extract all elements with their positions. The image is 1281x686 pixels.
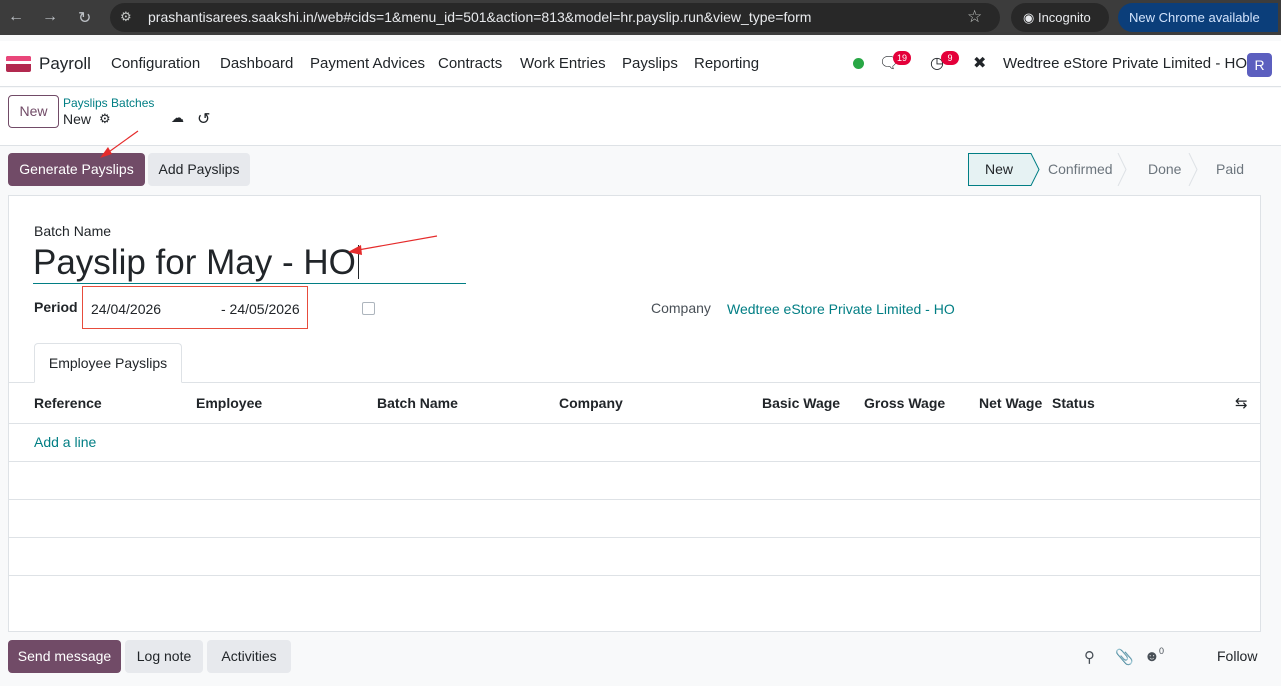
company-switcher[interactable]: Wedtree eStore Private Limited - HO <box>1003 55 1247 72</box>
table-row <box>9 500 1260 538</box>
stage-divider <box>1117 153 1127 186</box>
batch-name-input[interactable]: Payslip for May - HO <box>33 242 466 284</box>
followers-icon[interactable]: ☻ <box>1144 648 1160 665</box>
notebook-tabs: Employee Payslips <box>9 343 1260 383</box>
control-panel: New Payslips Batches New ⚙ ☁ ↺ <box>0 88 1281 146</box>
tools-icon[interactable]: ✖ <box>973 53 986 73</box>
menu-dashboard[interactable]: Dashboard <box>220 55 293 72</box>
form-statusbar: Generate Payslips Add Payslips New Confi… <box>0 147 1281 193</box>
tab-employee-payslips[interactable]: Employee Payslips <box>34 343 182 383</box>
date-start-input[interactable]: 24/04/2026 <box>91 301 161 317</box>
follow-button[interactable]: Follow <box>1217 648 1257 664</box>
optional-columns-icon[interactable]: ⇆ <box>1235 394 1248 412</box>
reload-icon[interactable]: ↻ <box>78 8 91 28</box>
site-settings-icon[interactable]: ⚙ <box>120 9 136 25</box>
followers-count: 0 <box>1159 646 1165 656</box>
menu-payslips[interactable]: Payslips <box>622 55 678 72</box>
stage-paid[interactable]: Paid <box>1216 161 1244 177</box>
user-avatar[interactable]: R <box>1247 53 1272 77</box>
search-icon[interactable]: ⚲ <box>1084 648 1095 666</box>
col-company[interactable]: Company <box>559 395 623 411</box>
col-employee[interactable]: Employee <box>196 395 262 411</box>
col-batch-name[interactable]: Batch Name <box>377 395 458 411</box>
discard-icon[interactable]: ↺ <box>197 109 210 129</box>
presence-status-icon <box>853 58 864 69</box>
browser-toolbar: ← → ↻ ⚙ prashantisarees.saakshi.in/web#c… <box>0 0 1281 35</box>
url-text[interactable]: prashantisarees.saakshi.in/web#cids=1&me… <box>148 9 811 25</box>
log-note-button[interactable]: Log note <box>125 640 203 673</box>
date-end-input[interactable]: - 24/05/2026 <box>221 301 300 317</box>
main-navbar: Payroll Configuration Dashboard Payment … <box>0 41 1281 87</box>
menu-reporting[interactable]: Reporting <box>694 55 759 72</box>
back-icon[interactable]: ← <box>8 8 24 26</box>
generate-payslips-button[interactable]: Generate Payslips <box>8 153 145 186</box>
col-reference[interactable]: Reference <box>34 395 102 411</box>
period-label: Period <box>34 299 78 315</box>
activities-button[interactable]: Activities <box>207 640 291 673</box>
breadcrumb-parent[interactable]: Payslips Batches <box>63 96 154 110</box>
batch-name-value: Payslip for May - HO <box>33 243 356 282</box>
gear-icon[interactable]: ⚙ <box>99 111 111 127</box>
forward-icon[interactable]: → <box>42 8 58 26</box>
stage-new[interactable]: New <box>985 161 1013 177</box>
new-record-button[interactable]: New <box>8 95 59 128</box>
incognito-indicator[interactable]: ◉ Incognito <box>1011 3 1109 32</box>
col-basic-wage[interactable]: Basic Wage <box>762 395 840 411</box>
chatter-bar: Send message Log note Activities ⚲ 📎 ☻ 0… <box>0 636 1281 686</box>
form-sheet: Batch Name Payslip for May - HO Period 2… <box>8 195 1261 632</box>
menu-contracts[interactable]: Contracts <box>438 55 502 72</box>
table-row <box>9 462 1260 500</box>
incognito-icon: ◉ <box>1023 10 1035 25</box>
stage-confirmed[interactable]: Confirmed <box>1048 161 1113 177</box>
messages-badge: 19 <box>893 51 912 65</box>
stage-divider <box>1188 153 1198 186</box>
menu-payment-advices[interactable]: Payment Advices <box>310 55 425 72</box>
col-status[interactable]: Status <box>1052 395 1095 411</box>
stage-done[interactable]: Done <box>1148 161 1181 177</box>
text-cursor <box>357 245 359 279</box>
company-field-link[interactable]: Wedtree eStore Private Limited - HO <box>727 301 955 317</box>
incognito-label: Incognito <box>1037 10 1091 25</box>
payslips-table-header: Reference Employee Batch Name Company Ba… <box>9 384 1260 424</box>
address-bar[interactable]: ⚙ prashantisarees.saakshi.in/web#cids=1&… <box>110 3 1000 32</box>
menu-work-entries[interactable]: Work Entries <box>520 55 606 72</box>
period-checkbox[interactable] <box>362 302 375 315</box>
attachment-icon[interactable]: 📎 <box>1115 648 1134 666</box>
breadcrumb-current: New <box>63 111 92 127</box>
activities-badge: 9 <box>941 51 959 65</box>
send-message-button[interactable]: Send message <box>8 640 121 673</box>
app-name[interactable]: Payroll <box>39 54 91 74</box>
chrome-update-button[interactable]: New Chrome available <box>1118 3 1278 32</box>
company-label: Company <box>651 300 711 316</box>
table-row <box>9 424 1260 462</box>
col-gross-wage[interactable]: Gross Wage <box>864 395 945 411</box>
menu-configuration[interactable]: Configuration <box>111 55 200 72</box>
save-cloud-icon[interactable]: ☁ <box>171 110 184 126</box>
add-payslips-button[interactable]: Add Payslips <box>148 153 250 186</box>
payroll-app-icon[interactable] <box>6 56 31 72</box>
batch-name-label: Batch Name <box>34 223 112 239</box>
col-net-wage[interactable]: Net Wage <box>979 395 1042 411</box>
table-row <box>9 538 1260 576</box>
bookmark-star-icon[interactable]: ☆ <box>967 7 982 27</box>
